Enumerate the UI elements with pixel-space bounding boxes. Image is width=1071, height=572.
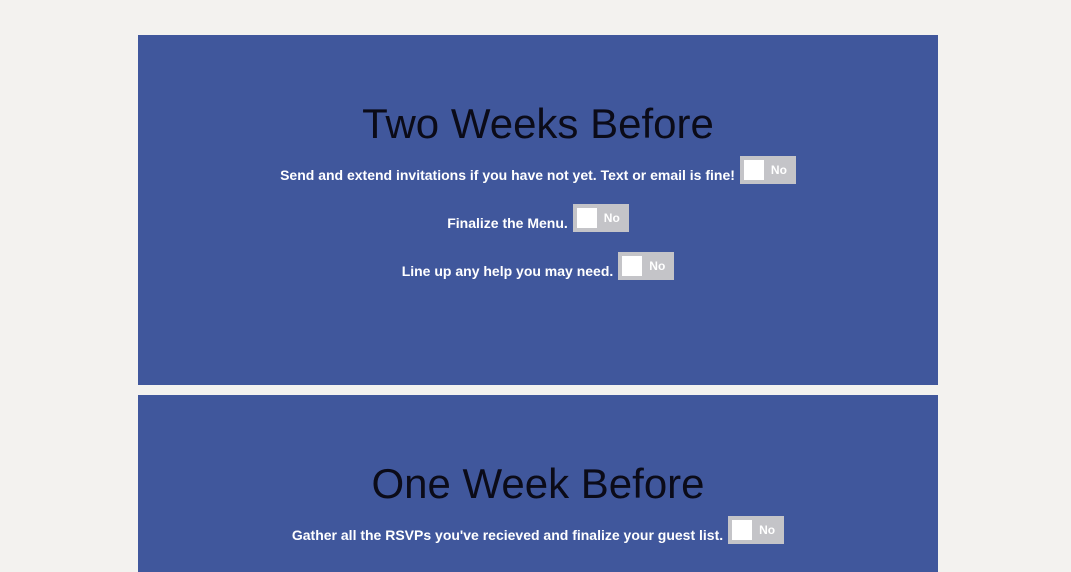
task-done-toggle[interactable]: No (618, 252, 675, 280)
task-text: Line up any help you may need. (401, 263, 614, 279)
task-text: Finalize the Menu. (447, 215, 568, 231)
task-text: Send and extend invitations if you have … (280, 167, 735, 183)
toggle-label: No (770, 163, 787, 177)
toggle-knob (743, 160, 764, 180)
toggle-label: No (603, 211, 620, 225)
task-done-toggle[interactable]: No (572, 204, 629, 232)
task-item: Line up any help you may need. No (138, 252, 938, 300)
task-item: Gather all the RSVPs you've recieved and… (138, 516, 938, 564)
toggle-label: No (759, 523, 776, 537)
task-item: Send and extend invitations if you have … (138, 156, 938, 204)
task-list: Send and extend invitations if you have … (138, 156, 938, 300)
section-two-weeks-before: Two Weeks Before Send and extend invitat… (138, 35, 938, 385)
task-list: Gather all the RSVPs you've recieved and… (138, 516, 938, 564)
task-text: Gather all the RSVPs you've recieved and… (291, 527, 724, 543)
toggle-knob (576, 208, 597, 228)
task-done-toggle[interactable]: No (739, 156, 796, 184)
toggle-knob (622, 256, 643, 276)
section-title: One Week Before (371, 460, 705, 507)
section-title: Two Weeks Before (362, 100, 714, 147)
section-one-week-before: One Week Before Gather all the RSVPs you… (138, 395, 938, 572)
toggle-knob (732, 520, 753, 540)
task-done-toggle[interactable]: No (728, 516, 785, 544)
checklist-page: Two Weeks Before Send and extend invitat… (0, 0, 1071, 572)
task-item: Finalize the Menu. No (138, 204, 938, 252)
toggle-label: No (649, 259, 666, 273)
